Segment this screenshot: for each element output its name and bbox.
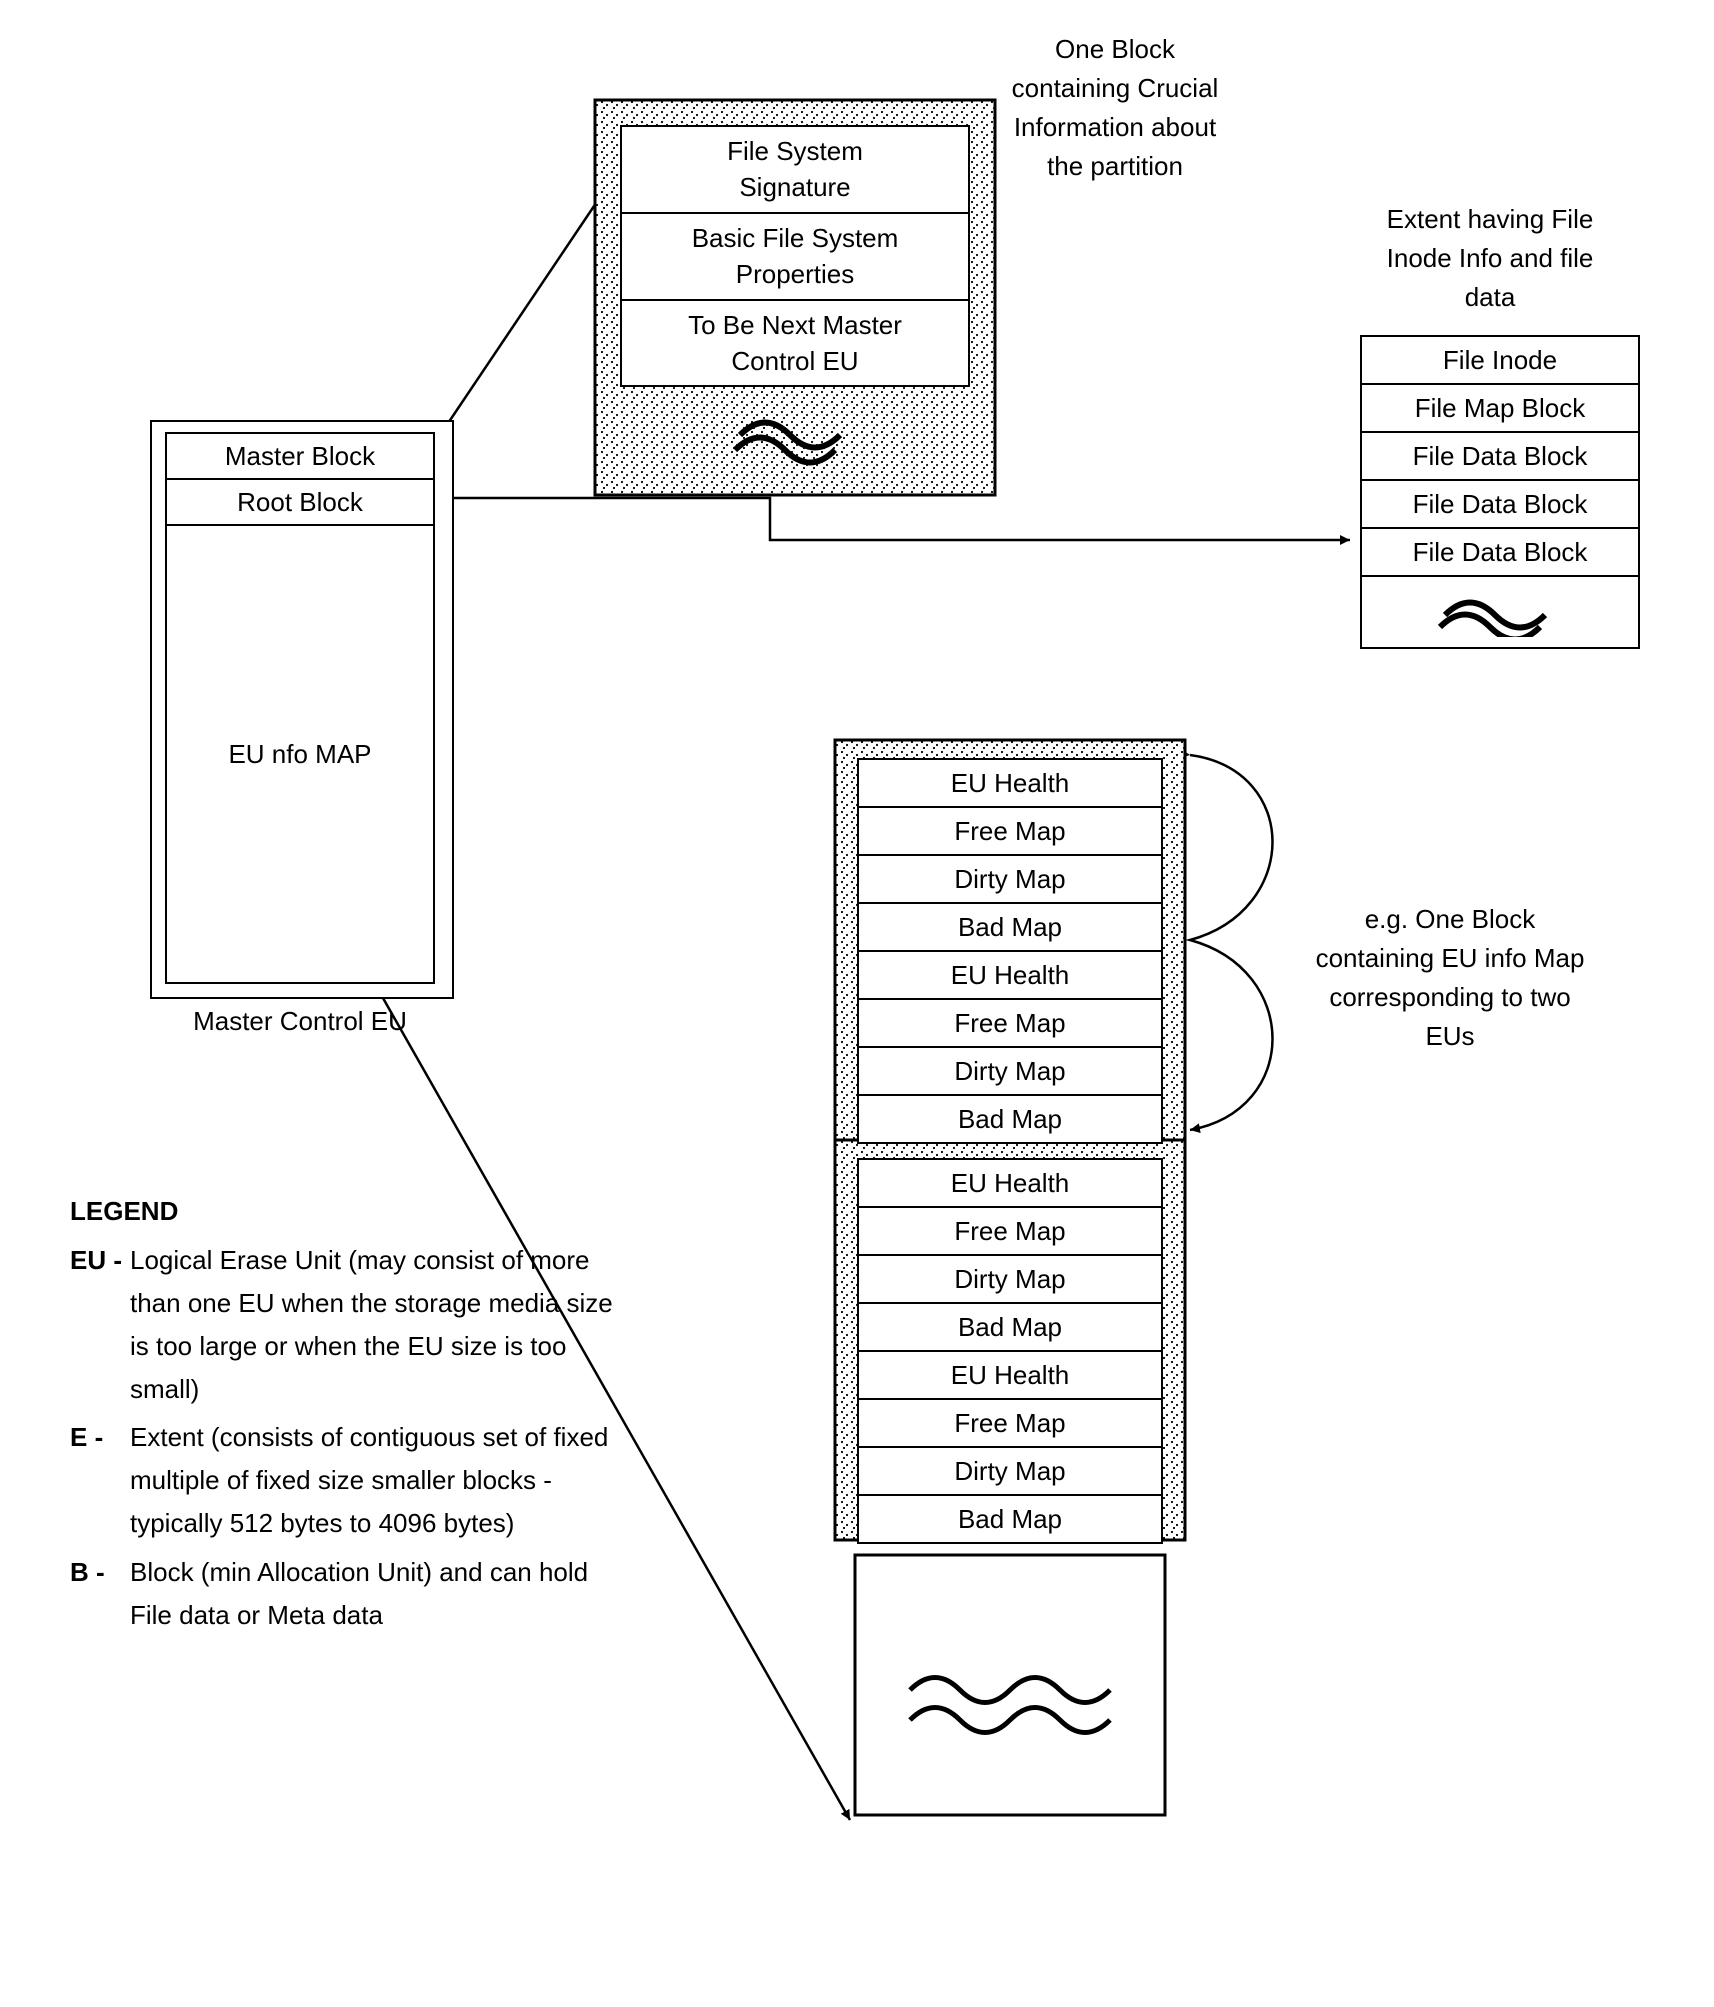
mbd-row-0: File SystemSignature — [620, 125, 970, 214]
legend-desc-1: Extent (consists of contiguous set of fi… — [130, 1416, 630, 1545]
eim1-2: Dirty Map — [857, 856, 1163, 904]
eu-info-map-seg1: EU Health Free Map Dirty Map Bad Map EU … — [857, 758, 1163, 1144]
root-block-cell: Root Block — [165, 480, 435, 526]
eim2-7: Bad Map — [857, 1496, 1163, 1544]
fe-row-2: File Data Block — [1360, 433, 1640, 481]
eu-info-map-annotation: e.g. One Block containing EU info Map co… — [1310, 900, 1590, 1056]
fe-row-4: File Data Block — [1360, 529, 1640, 577]
master-block-detail-cells: File SystemSignature Basic File SystemPr… — [620, 125, 970, 387]
eim1-4: EU Health — [857, 952, 1163, 1000]
legend-desc-2: Block (min Allocation Unit) and can hold… — [130, 1551, 630, 1637]
eim1-7: Bad Map — [857, 1096, 1163, 1144]
eim1-0: EU Health — [857, 758, 1163, 808]
eim2-2: Dirty Map — [857, 1256, 1163, 1304]
eim2-4: EU Health — [857, 1352, 1163, 1400]
eim2-6: Dirty Map — [857, 1448, 1163, 1496]
fe-row-3: File Data Block — [1360, 481, 1640, 529]
eim2-5: Free Map — [857, 1400, 1163, 1448]
mbd-annotation: One Block containing Crucial Information… — [1010, 30, 1220, 186]
file-extent-cells: File Inode File Map Block File Data Bloc… — [1360, 335, 1640, 649]
master-block-cell: Master Block — [165, 432, 435, 480]
fe-row-1: File Map Block — [1360, 385, 1640, 433]
eu-nfo-map-cell: EU nfo MAP — [165, 526, 435, 984]
mbd-row-2: To Be Next MasterControl EU — [620, 301, 970, 388]
mbd-row-1: Basic File SystemProperties — [620, 214, 970, 301]
fe-wavy-icon — [1360, 577, 1640, 649]
mbd-wavy-icon — [620, 405, 970, 475]
eim2-1: Free Map — [857, 1208, 1163, 1256]
master-control-eu-label: Master Control EU — [150, 1002, 450, 1041]
fe-row-0: File Inode — [1360, 335, 1640, 385]
file-extent-annotation: Extent having File Inode Info and file d… — [1360, 200, 1620, 317]
legend-key-0: EU - — [70, 1239, 130, 1411]
legend-key-1: E - — [70, 1416, 130, 1545]
eim1-1: Free Map — [857, 808, 1163, 856]
eu-info-map-seg2: EU Health Free Map Dirty Map Bad Map EU … — [857, 1158, 1163, 1544]
eim2-0: EU Health — [857, 1158, 1163, 1208]
legend-key-2: B - — [70, 1551, 130, 1637]
eim1-5: Free Map — [857, 1000, 1163, 1048]
eim2-3: Bad Map — [857, 1304, 1163, 1352]
legend-title: LEGEND — [70, 1190, 630, 1233]
master-control-eu-cells: Master Block Root Block EU nfo MAP — [165, 432, 435, 984]
eim1-3: Bad Map — [857, 904, 1163, 952]
eim1-6: Dirty Map — [857, 1048, 1163, 1096]
legend: LEGEND EU - Logical Erase Unit (may cons… — [70, 1190, 630, 1643]
legend-desc-0: Logical Erase Unit (may consist of more … — [130, 1239, 630, 1411]
